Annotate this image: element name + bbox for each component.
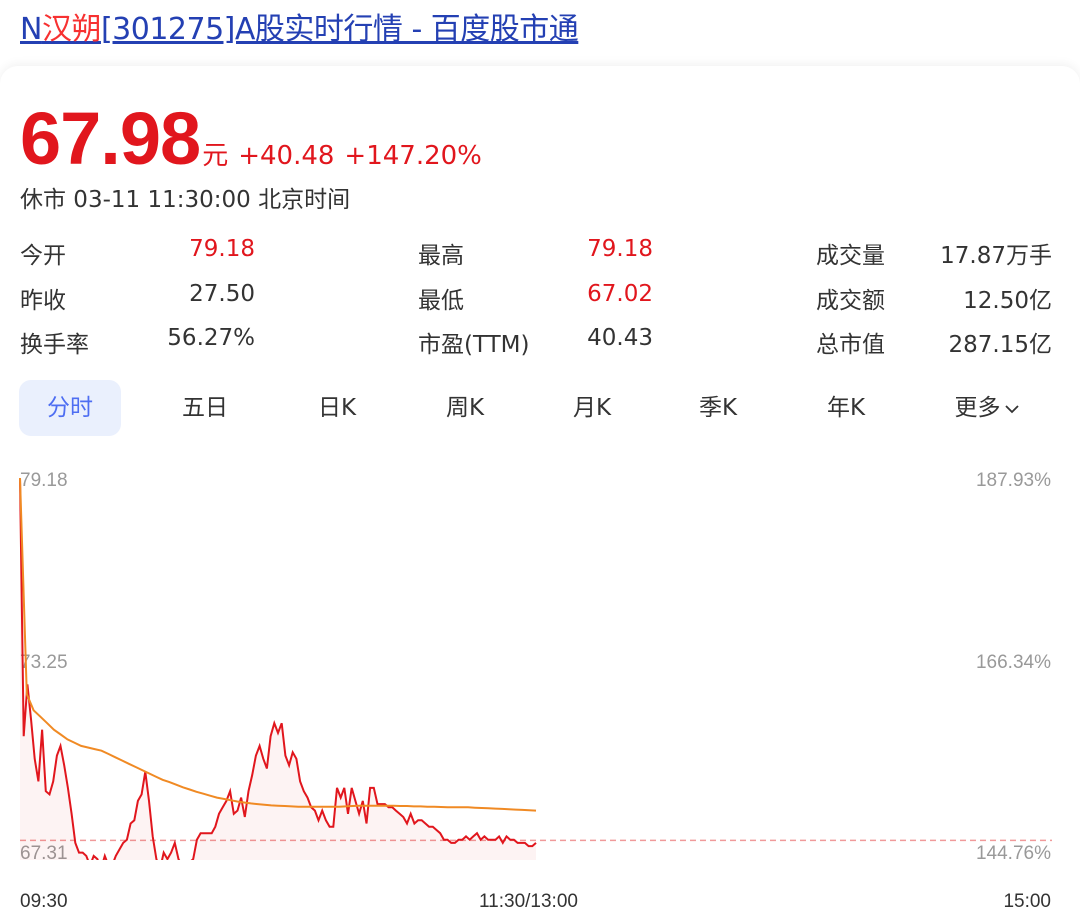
x-tick: 09:30	[20, 891, 68, 912]
tab-1[interactable]: 五日	[160, 380, 250, 436]
tab-label: 更多	[954, 395, 1001, 421]
tab-4[interactable]: 月K	[547, 380, 637, 436]
stat-label: 成交额	[816, 288, 885, 314]
stat-label: 昨收	[20, 288, 66, 314]
x-tick: 11:30/13:00	[479, 891, 578, 912]
tab-2[interactable]: 日K	[292, 380, 382, 436]
x-tick: 15:00	[1003, 891, 1051, 912]
price-change-pct: +147.20%	[344, 141, 482, 171]
market-status: 休市 03-11 11:30:00 北京时间	[20, 187, 351, 213]
price-unit: 元	[202, 141, 229, 171]
price-area	[20, 478, 536, 860]
title-suffix: [301275]A股实时行情 - 百度股市通	[100, 12, 579, 47]
stat-value: 287.15亿	[948, 332, 1052, 358]
stat-value: 67.02	[587, 281, 653, 307]
tab-label: 季K	[698, 395, 738, 421]
tab-label: 五日	[182, 395, 228, 421]
tab-label: 分时	[47, 395, 93, 421]
tab-6[interactable]: 年K	[801, 380, 891, 436]
price-row: 67.98元 +40.48 +147.20%	[20, 96, 482, 180]
tab-5[interactable]: 季K	[673, 380, 763, 436]
stat-value: 79.18	[587, 236, 653, 262]
price-change: +40.48	[238, 141, 335, 171]
stat-value: 79.18	[189, 236, 255, 262]
stat-label: 总市值	[816, 332, 885, 358]
chart-tabs: 分时 五日 日K 周K 月K 季K 年K 更多	[19, 380, 1060, 436]
stat-value: 12.50亿	[963, 288, 1052, 314]
stat-value: 56.27%	[167, 325, 255, 351]
page-title-link[interactable]: N汉朔[301275]A股实时行情 - 百度股市通	[20, 4, 579, 48]
stat-value: 40.43	[587, 325, 653, 351]
stat-label: 换手率	[20, 332, 89, 358]
tab-label: 月K	[572, 395, 612, 421]
current-price: 67.98	[20, 97, 201, 180]
title-highlight: 汉朔	[41, 12, 102, 47]
tab-7[interactable]: 更多	[942, 380, 1032, 436]
tab-3[interactable]: 周K	[420, 380, 510, 436]
stat-label: 成交量	[816, 243, 885, 269]
stat-label: 最低	[418, 288, 464, 314]
tab-label: 周K	[445, 395, 485, 421]
stat-label: 今开	[20, 243, 66, 269]
stat-value: 17.87万手	[940, 243, 1052, 269]
chevron-down-icon	[1001, 395, 1020, 421]
stat-label: 最高	[418, 243, 464, 269]
stat-value: 27.50	[189, 281, 255, 307]
tab-label: 日K	[317, 395, 357, 421]
tab-0[interactable]: 分时	[19, 380, 121, 436]
intraday-chart[interactable]	[0, 460, 1080, 860]
tab-label: 年K	[826, 395, 866, 421]
title-prefix: N	[20, 12, 42, 47]
